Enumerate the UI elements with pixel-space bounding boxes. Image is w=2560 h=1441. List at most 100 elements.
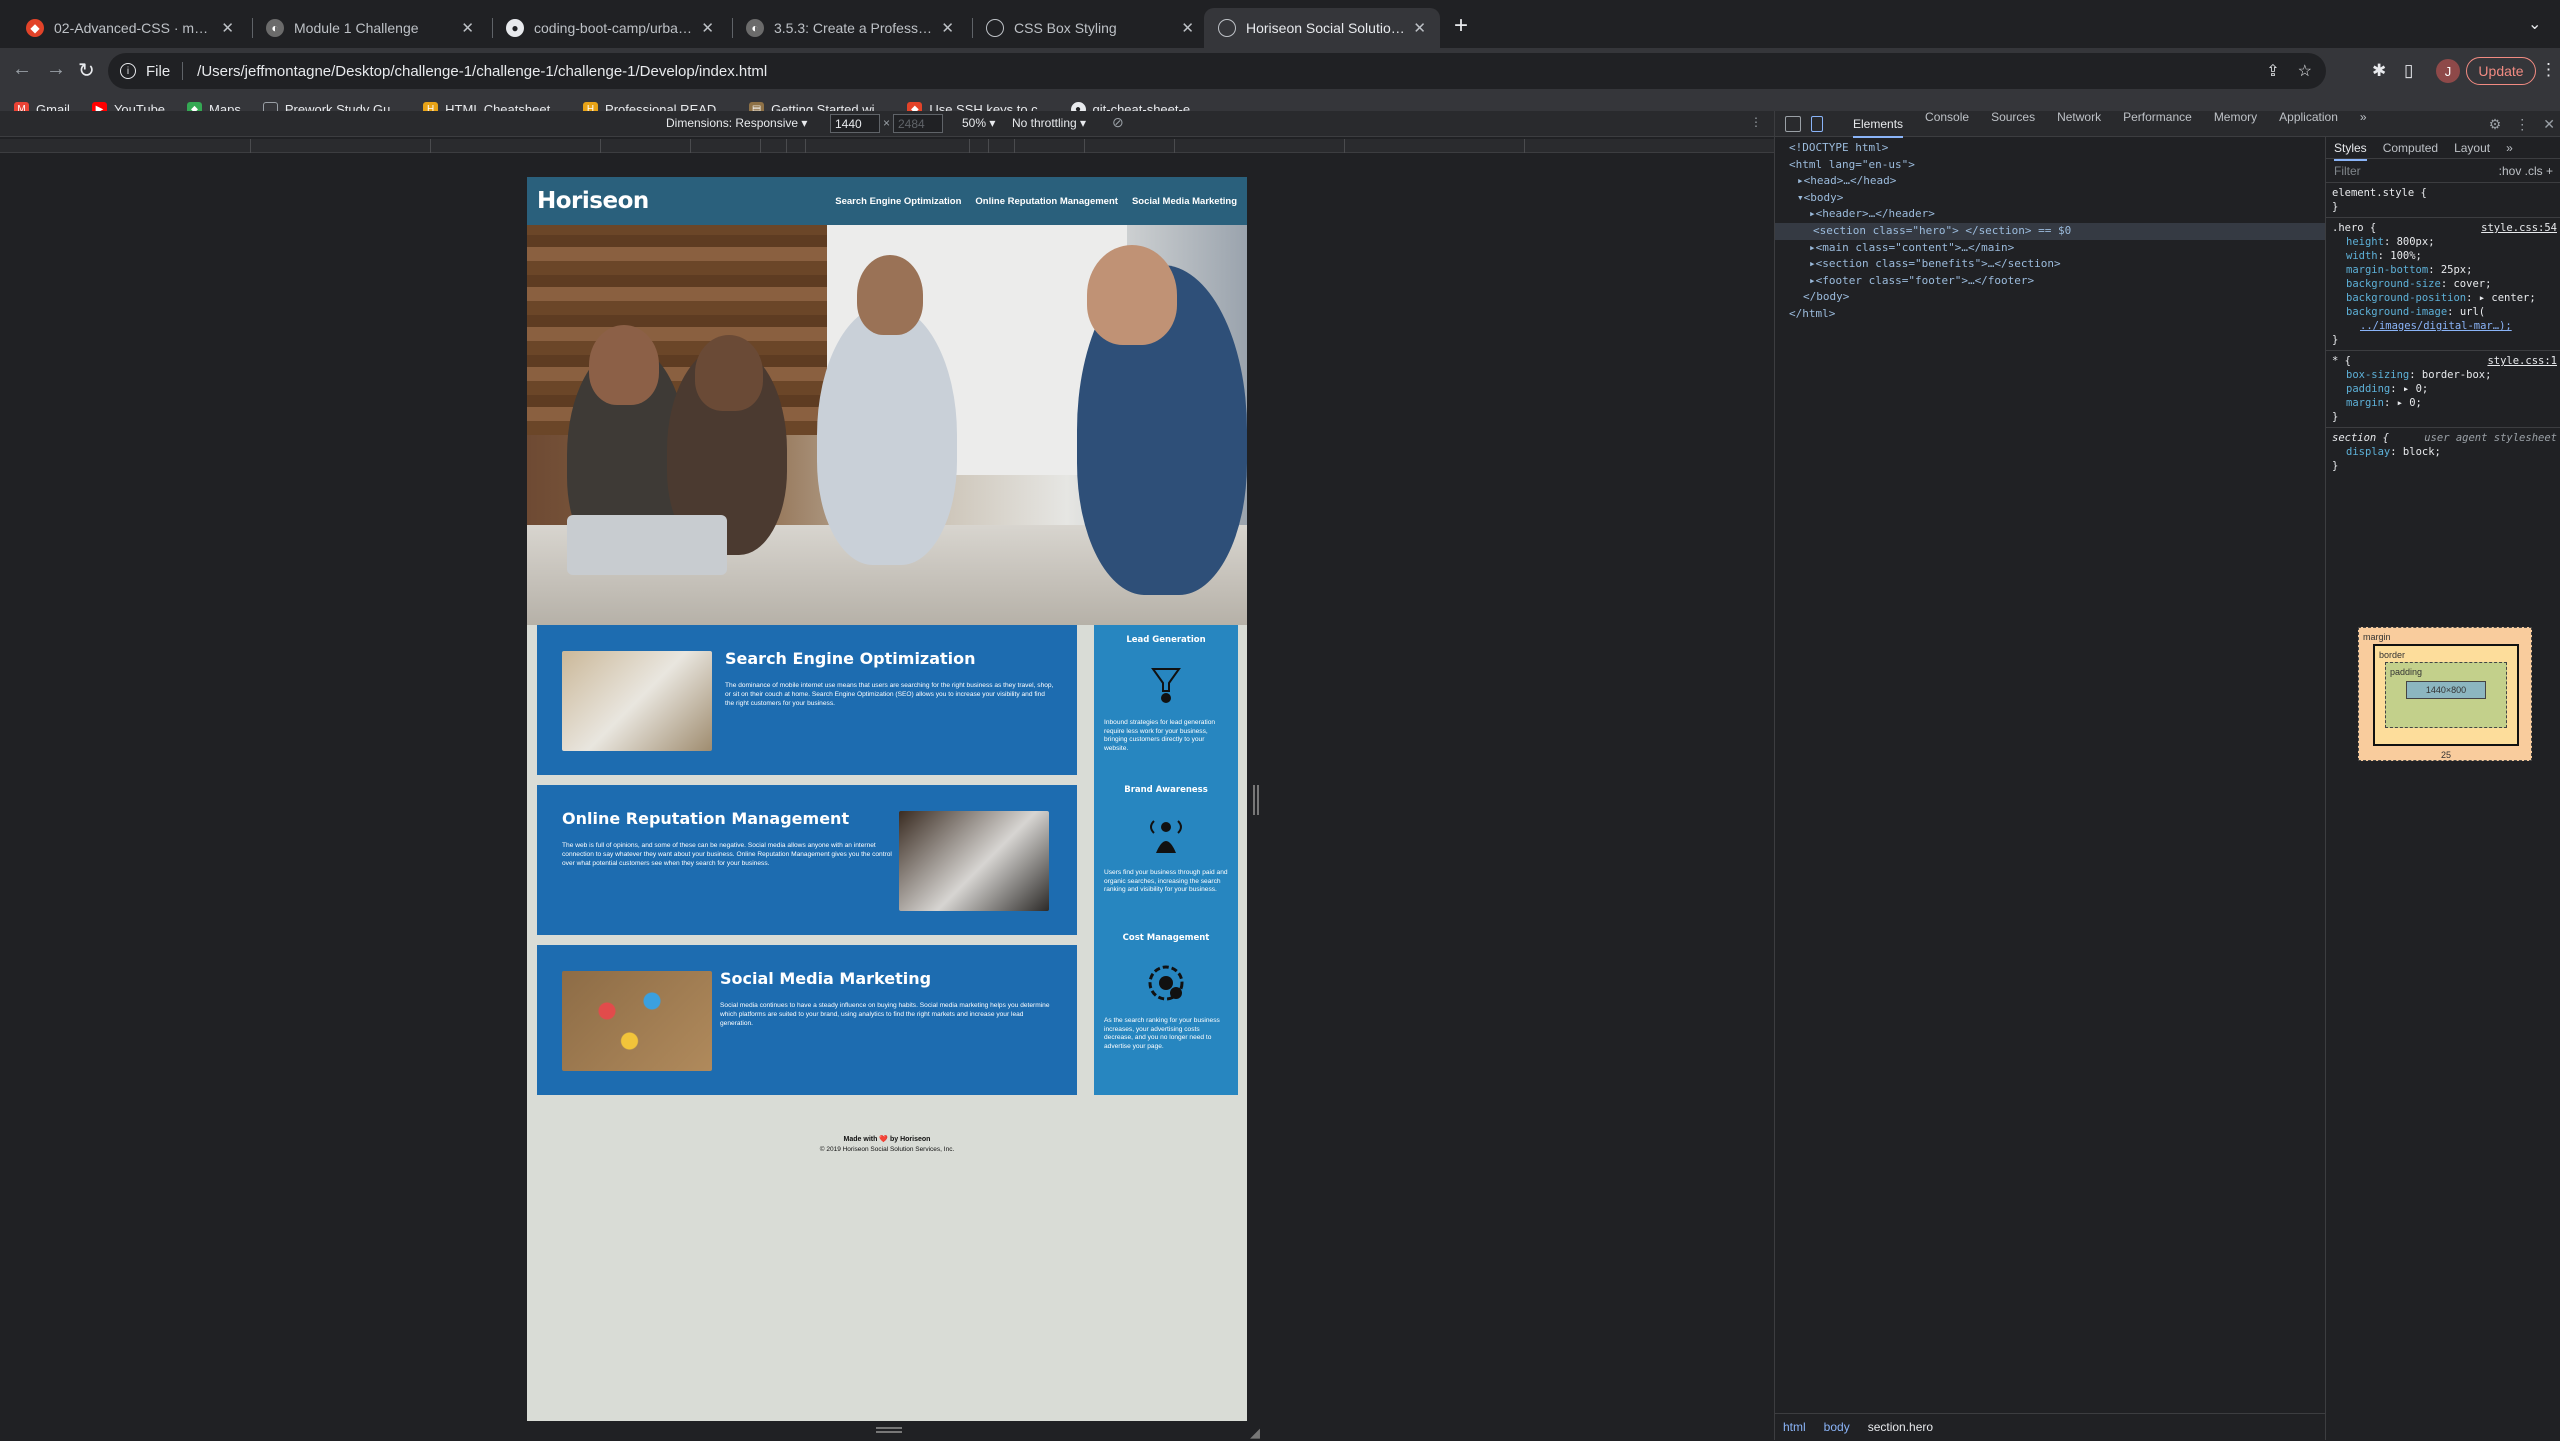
dom-node[interactable]: </body> [1789, 289, 2325, 306]
prop-name[interactable]: background-position [2346, 292, 2466, 304]
prop-value[interactable]: ▸ 0; [2397, 397, 2422, 409]
extensions-icon[interactable]: ✱ [2372, 61, 2386, 81]
info-icon[interactable]: i [120, 63, 136, 79]
prop-name[interactable]: margin [2346, 397, 2384, 409]
prop-value[interactable]: cover; [2453, 278, 2491, 290]
prop-value[interactable]: url( [2460, 306, 2485, 318]
dimensions-dropdown[interactable]: Dimensions: Responsive ▾ [666, 116, 807, 130]
prop-value[interactable]: 800px; [2397, 236, 2435, 248]
dom-node[interactable]: ▸<section class="benefits">…</section> [1789, 256, 2325, 273]
universal-rule[interactable]: * { style.css:1 box-sizing: border-box; … [2326, 351, 2560, 428]
bookmark-star-icon[interactable]: ☆ [2298, 61, 2312, 81]
resize-handle-corner[interactable]: ◢ [1250, 1425, 1260, 1441]
styles-filter-input[interactable]: Filter:hov .cls + [2326, 159, 2560, 183]
update-button[interactable]: Update [2466, 57, 2536, 85]
close-devtools-icon[interactable]: ✕ [2543, 116, 2555, 133]
hero-rule[interactable]: .hero { style.css:54 height: 800px; widt… [2326, 218, 2560, 351]
tab-network[interactable]: Network [2057, 110, 2101, 138]
close-icon[interactable]: ✕ [701, 19, 714, 37]
rule-source-link[interactable]: style.css:1 [2487, 354, 2557, 368]
tab-sources[interactable]: Sources [1991, 110, 2035, 138]
address-url[interactable]: /Users/jeffmontagne/Desktop/challenge-1/… [197, 63, 767, 80]
prop-name[interactable]: width [2346, 250, 2378, 262]
dom-node[interactable]: ▸<header>…</header> [1789, 206, 2325, 223]
devtools-menu-icon[interactable]: ⋮ [2515, 116, 2529, 133]
dom-node-selected[interactable]: <section class="hero"> </section> == $0 [1775, 222, 2325, 240]
tab-styles[interactable]: Styles [2334, 141, 2367, 161]
tab-css-box-styling[interactable]: CSS Box Styling ✕ [972, 8, 1208, 48]
dom-node[interactable]: ▸<main class="content">…</main> [1789, 240, 2325, 257]
address-bar[interactable]: i File /Users/jeffmontagne/Desktop/chall… [108, 53, 2326, 89]
prop-value[interactable]: border-box; [2422, 369, 2492, 381]
tab-performance[interactable]: Performance [2123, 110, 2192, 138]
throttling-dropdown[interactable]: No throttling ▾ [1012, 116, 1086, 130]
prop-value[interactable]: 25px; [2441, 264, 2473, 276]
prop-name[interactable]: margin-bottom [2346, 264, 2428, 276]
prop-value[interactable]: ▸ 0; [2403, 383, 2428, 395]
height-input[interactable]: 2484 [893, 114, 943, 133]
resize-handle-bottom[interactable] [876, 1427, 902, 1433]
nav-link-smm[interactable]: Social Media Marketing [1132, 196, 1237, 207]
nav-link-orm[interactable]: Online Reputation Management [975, 196, 1118, 207]
tab-computed[interactable]: Computed [2383, 141, 2438, 155]
zoom-dropdown[interactable]: 50% ▾ [962, 116, 995, 130]
tab-horiseon[interactable]: Horiseon Social Solution Servi ✕ [1204, 8, 1440, 48]
browser-menu-icon[interactable]: ⋮ [2540, 60, 2557, 80]
breadcrumb-section-hero[interactable]: section.hero [1868, 1420, 1933, 1434]
prop-name[interactable]: box-sizing [2346, 369, 2409, 381]
back-icon[interactable]: ← [12, 58, 32, 81]
dom-node[interactable]: <!DOCTYPE html> [1789, 140, 2325, 157]
prop-value[interactable]: ▸ center; [2479, 292, 2536, 304]
new-tab-button[interactable]: + [1454, 12, 1468, 40]
element-style-rule[interactable]: element.style {} [2326, 183, 2560, 218]
device-toolbar-icon[interactable] [1811, 115, 1823, 132]
breadcrumb-html[interactable]: html [1783, 1420, 1806, 1434]
more-tabs-icon[interactable]: » [2360, 110, 2367, 138]
dom-node[interactable]: ▾<body> [1789, 190, 2325, 207]
tab-github[interactable]: ● coding-boot-camp/urban-octo ✕ [492, 8, 728, 48]
forward-icon[interactable]: → [46, 58, 66, 81]
nav-link-seo[interactable]: Search Engine Optimization [835, 196, 961, 207]
section-ua-rule[interactable]: section { user agent stylesheet display:… [2326, 428, 2560, 476]
tab-application[interactable]: Application [2279, 110, 2338, 138]
side-panel-icon[interactable]: ▯ [2404, 61, 2413, 81]
dom-node[interactable]: ▸<head>…</head> [1789, 173, 2325, 190]
share-icon[interactable]: ⇪ [2266, 61, 2279, 81]
prop-name[interactable]: background-size [2346, 278, 2441, 290]
close-icon[interactable]: ✕ [1413, 19, 1426, 37]
more-style-tabs-icon[interactable]: » [2506, 141, 2513, 155]
breadcrumb-body[interactable]: body [1824, 1420, 1850, 1434]
box-model-content[interactable]: 1440×800 [2406, 681, 2486, 699]
tab-create-professional[interactable]: ◐ 3.5.3: Create a Professional Pr ✕ [732, 8, 968, 48]
tab-gitlab[interactable]: ◆ 02-Advanced-CSS · main · Mic ✕ [12, 8, 248, 48]
dom-node[interactable]: ▸<footer class="footer">…</footer> [1789, 273, 2325, 290]
image-url-link[interactable]: ../images/digital-mar…); [2360, 320, 2512, 332]
tab-search-icon[interactable]: ⌄ [2528, 14, 2541, 34]
close-icon[interactable]: ✕ [461, 19, 474, 37]
tab-module-challenge[interactable]: ◐ Module 1 Challenge ✕ [252, 8, 488, 48]
close-icon[interactable]: ✕ [941, 19, 954, 37]
width-input[interactable]: 1440 [830, 114, 880, 133]
prop-name[interactable]: padding [2346, 383, 2390, 395]
profile-avatar[interactable]: J [2436, 59, 2460, 83]
settings-icon[interactable]: ⚙ [2489, 116, 2502, 133]
tab-layout[interactable]: Layout [2454, 141, 2490, 155]
prop-value[interactable]: 100%; [2390, 250, 2422, 262]
tab-console[interactable]: Console [1925, 110, 1969, 138]
site-logo[interactable]: Horiseon [537, 188, 649, 214]
more-options-icon[interactable]: ⋮ [1750, 115, 1762, 129]
rule-source-link[interactable]: style.css:54 [2481, 221, 2557, 235]
prop-name[interactable]: height [2346, 236, 2384, 248]
inspect-element-icon[interactable] [1785, 115, 1801, 132]
resize-handle-right[interactable] [1253, 785, 1259, 815]
tab-elements[interactable]: Elements [1853, 117, 1904, 138]
reload-icon[interactable]: ↻ [78, 58, 95, 83]
dom-node[interactable]: <html lang="en-us"> [1789, 157, 2325, 174]
rotate-icon[interactable]: ⊘ [1112, 114, 1124, 131]
dom-node[interactable]: </html> [1789, 306, 2325, 323]
filter-tools[interactable]: :hov .cls + [2499, 164, 2553, 178]
prop-name[interactable]: background-image [2346, 306, 2447, 318]
close-icon[interactable]: ✕ [1181, 19, 1194, 37]
tab-memory[interactable]: Memory [2214, 110, 2257, 138]
close-icon[interactable]: ✕ [221, 19, 234, 37]
